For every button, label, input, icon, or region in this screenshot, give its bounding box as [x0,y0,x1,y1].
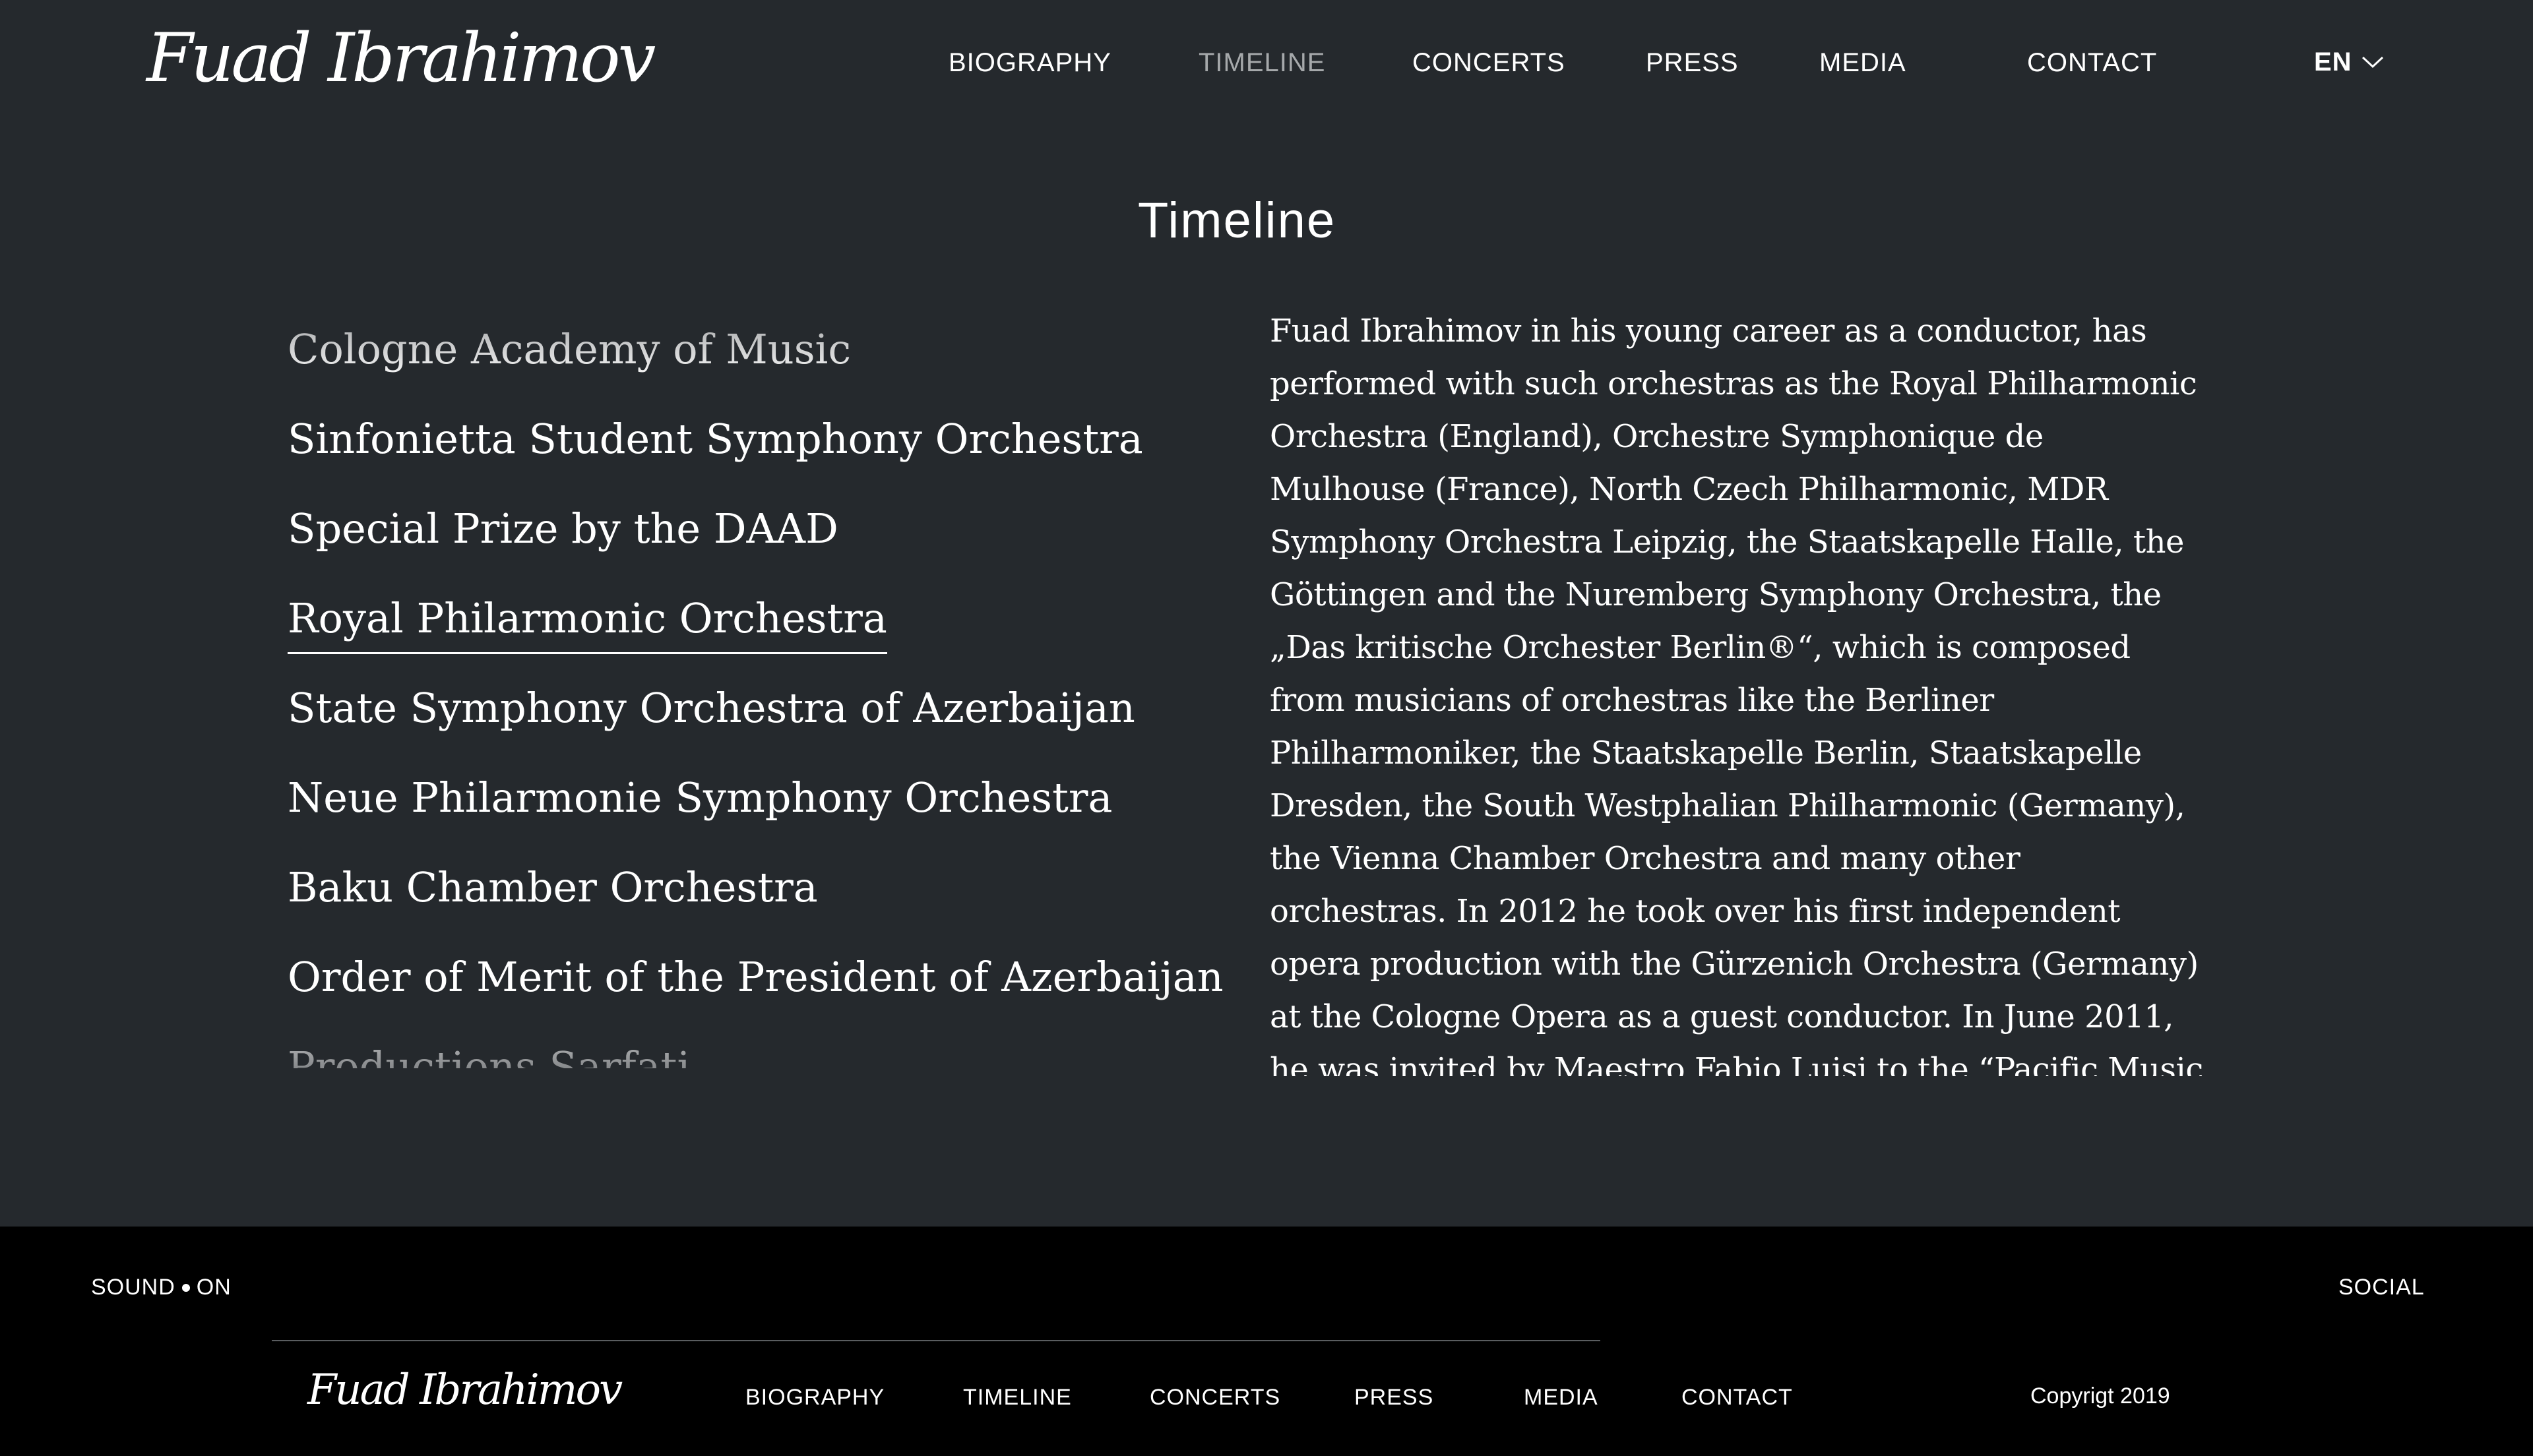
nav-concerts[interactable]: CONCERTS [1412,46,1565,79]
timeline-item-label: State Symphony Orchestra of Azerbaijan [288,684,1135,732]
timeline-item[interactable]: Cologne Academy of Music [288,305,1224,394]
chevron-down-icon [2361,56,2383,69]
timeline-list[interactable]: Cologne Academy of Music Sinfonietta Stu… [288,297,1277,1068]
footer-nav-concerts[interactable]: CONCERTS [1150,1385,1280,1410]
footer: SOUND ON SOCIAL Fuad Ibrahimov BIOGRAPHY… [0,1227,2533,1456]
timeline-item[interactable]: Sinfonietta Student Symphony Orchestra [288,394,1224,484]
timeline-item-label: Baku Chamber Orchestra [288,863,818,911]
timeline-item[interactable]: State Symphony Orchestra of Azerbaijan [288,663,1224,753]
nav-contact[interactable]: CONTACT [2027,46,2157,79]
timeline-item-label: Royal Philarmonic Orchestra [288,592,887,654]
timeline-item[interactable]: Order of Merit of the President of Azerb… [288,932,1224,1022]
timeline-item[interactable]: Special Prize by the DAAD [288,484,1224,574]
language-label: EN [2314,47,2352,76]
timeline-item-selected[interactable]: Royal Philarmonic Orchestra [288,574,1224,663]
timeline-description: Fuad Ibrahimov in his young career as a … [1270,313,2203,1076]
page-title: Timeline [1137,193,1336,249]
timeline-item-label: Special Prize by the DAAD [288,504,838,553]
sound-state: ON [196,1275,232,1300]
nav-biography[interactable]: BIOGRAPHY [949,46,1111,79]
footer-nav-timeline[interactable]: TIMELINE [963,1385,1072,1410]
footer-divider [272,1340,1600,1341]
timeline-item[interactable]: Productions Sarfati [288,1022,1224,1068]
timeline-description-scroll[interactable]: Fuad Ibrahimov in his young career as a … [1270,305,2206,1076]
copyright-text: Copyrigt 2019 [2030,1383,2170,1409]
sound-label: SOUND [91,1275,175,1300]
timeline-item[interactable]: Neue Philarmonie Symphony Orchestra [288,753,1224,843]
footer-nav-contact[interactable]: CONTACT [1681,1385,1793,1410]
timeline-item-label: Cologne Academy of Music [288,325,852,373]
sound-toggle[interactable]: SOUND ON [91,1275,232,1300]
dot-icon [181,1283,190,1292]
footer-nav-media[interactable]: MEDIA [1524,1385,1598,1410]
site-logo[interactable]: Fuad Ibrahimov [146,18,656,99]
footer-nav-press[interactable]: PRESS [1354,1385,1433,1410]
timeline-item-label: Order of Merit of the President of Azerb… [288,953,1224,1001]
footer-nav-biography[interactable]: BIOGRAPHY [745,1385,885,1410]
social-link[interactable]: SOCIAL [2338,1275,2425,1300]
timeline-item-label: Neue Philarmonie Symphony Orchestra [288,774,1113,822]
footer-logo[interactable]: Fuad Ibrahimov [307,1365,623,1416]
nav-timeline[interactable]: TIMELINE [1199,46,1325,79]
language-selector[interactable]: EN [2314,45,2384,79]
nav-press[interactable]: PRESS [1646,46,1739,79]
timeline-item[interactable]: Baku Chamber Orchestra [288,843,1224,932]
timeline-item-label: Productions Sarfati [288,1043,691,1068]
nav-media[interactable]: MEDIA [1819,46,1906,79]
timeline-item-label: Sinfonietta Student Symphony Orchestra [288,415,1143,463]
